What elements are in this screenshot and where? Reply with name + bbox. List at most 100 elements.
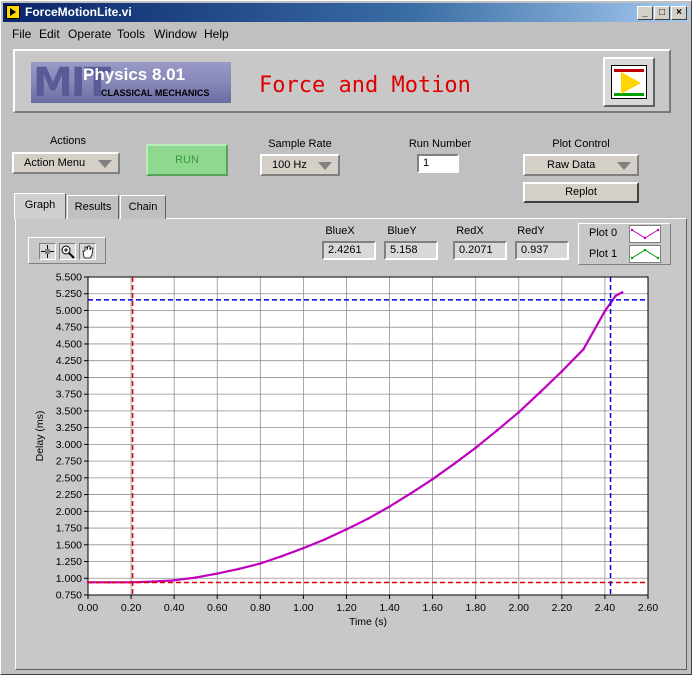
data-point [345, 528, 348, 531]
logo-course: Physics 8.01 [83, 65, 186, 84]
x-tick-label: 0.20 [121, 602, 142, 614]
plot-control-dropdown[interactable]: Raw Data [523, 154, 639, 176]
plot-area [87, 276, 649, 596]
data-point [560, 370, 564, 373]
sample-rate-dropdown[interactable]: 100 Hz [260, 154, 340, 176]
plot-control-value: Raw Data [547, 159, 596, 171]
y-tick-label: 2.750 [56, 456, 82, 468]
labview-app-icon[interactable] [6, 5, 20, 19]
run-number-input[interactable]: 1 [417, 154, 459, 173]
data-point [603, 309, 607, 313]
bluey-value: 5.158 [384, 241, 438, 260]
zoom-icon[interactable] [59, 243, 76, 260]
x-tick-label: 0.40 [164, 602, 185, 614]
chevron-down-icon [318, 162, 332, 170]
plot-control-label: Plot Control [552, 138, 610, 150]
menu-operate[interactable]: Operate [68, 27, 111, 41]
actions-menu-value: Action Menu [24, 157, 86, 169]
redx-value: 0.2071 [453, 241, 507, 260]
tab-results[interactable]: Results [67, 195, 119, 219]
x-tick-label: 0.60 [207, 602, 228, 614]
data-point [280, 554, 284, 558]
bluex-value: 2.4261 [322, 241, 376, 260]
legend-plot1-swatch[interactable] [629, 245, 661, 263]
y-tick-label: 1.500 [56, 539, 82, 551]
menu-bar: File Edit Operate Tools Window Help [3, 24, 689, 44]
data-point [582, 348, 585, 351]
tab-chain[interactable]: Chain [120, 195, 166, 219]
data-point [495, 429, 499, 432]
header-banner: MIT Physics 8.01 CLASSICAL MECHANICS For… [13, 49, 671, 113]
page-title: Force and Motion [259, 73, 471, 98]
replot-button[interactable]: Replot [523, 182, 639, 203]
window-title: ForceMotionLite.vi [25, 5, 132, 19]
minimize-button[interactable]: _ [637, 6, 653, 20]
data-point [259, 562, 262, 565]
x-axis-label: Time (s) [349, 616, 387, 628]
x-tick-label: 0.00 [78, 602, 99, 614]
y-tick-label: 3.250 [56, 422, 82, 434]
y-tick-label: 4.500 [56, 338, 82, 350]
y-tick-label: 5.500 [56, 272, 82, 284]
waveform-graph[interactable]: 0.00 0.20 0.40 0.60 0.80 1.00 1.20 1.40 1.60 1.80… [17, 267, 671, 651]
x-tick-label: 1.20 [336, 602, 357, 614]
sample-rate-label: Sample Rate [268, 138, 332, 150]
bluex-label: BlueX [325, 225, 355, 237]
menu-edit[interactable]: Edit [39, 27, 60, 41]
data-point [409, 491, 413, 495]
y-tick-label: 2.000 [56, 506, 82, 518]
data-point [474, 446, 477, 450]
labview-vi-icon [603, 57, 655, 107]
data-point [452, 462, 456, 466]
data-point [323, 538, 327, 541]
data-point [539, 390, 542, 394]
y-tick-label: 1.250 [56, 556, 82, 568]
crosshair-icon[interactable] [39, 243, 56, 260]
y-tick-label: 4.250 [56, 355, 82, 367]
y-tick-label: 3.750 [56, 389, 82, 401]
x-tick-label: 1.80 [465, 602, 486, 614]
run-button[interactable]: RUN [146, 144, 228, 176]
bluey-label: BlueY [387, 225, 417, 237]
y-tick-label: 2.250 [56, 489, 82, 501]
menu-help[interactable]: Help [204, 27, 229, 41]
title-bar[interactable]: ForceMotionLite.vi _ □ × [3, 3, 689, 22]
x-tick-label: 1.40 [379, 602, 400, 614]
hand-icon[interactable] [79, 243, 96, 260]
data-point [237, 567, 241, 571]
plot-legend[interactable]: Plot 0 Plot 1 [578, 223, 671, 265]
data-point [302, 546, 305, 550]
graph-palette [28, 237, 106, 264]
data-point [194, 576, 197, 579]
menu-file[interactable]: File [12, 27, 31, 41]
data-point [388, 505, 391, 508]
y-tick-label: 1.000 [56, 573, 82, 585]
redx-label: RedX [456, 225, 484, 237]
run-number-label: Run Number [408, 138, 472, 150]
tab-graph[interactable]: Graph [14, 193, 66, 219]
mit-physics-logo: MIT Physics 8.01 CLASSICAL MECHANICS [31, 62, 231, 103]
redy-label: RedY [517, 225, 545, 237]
y-tick-label: 5.000 [56, 305, 82, 317]
legend-plot0-swatch[interactable] [629, 225, 661, 243]
x-tick-label: 1.00 [293, 602, 314, 614]
menu-window[interactable]: Window [154, 27, 197, 41]
y-tick-label: 4.750 [56, 322, 82, 334]
y-tick-label: 0.750 [56, 590, 82, 602]
y-axis-label: Delay (ms) [34, 411, 46, 462]
y-tick-label: 3.000 [56, 439, 82, 451]
close-button[interactable]: × [671, 6, 687, 20]
maximize-button[interactable]: □ [654, 6, 670, 20]
x-tick-label: 2.40 [595, 602, 616, 614]
legend-plot0-label: Plot 0 [589, 227, 618, 239]
actions-label: Actions [49, 135, 87, 147]
data-point [614, 294, 617, 298]
y-tick-label: 1.750 [56, 523, 82, 535]
logo-subtitle: CLASSICAL MECHANICS [101, 88, 210, 98]
x-tick-label: 2.60 [638, 602, 659, 614]
menu-tools[interactable]: Tools [117, 27, 145, 41]
actions-menu-dropdown[interactable]: Action Menu [12, 152, 120, 174]
data-point [431, 477, 434, 481]
app-window: ForceMotionLite.vi _ □ × File Edit Opera… [0, 0, 692, 675]
y-tick-label: 4.000 [56, 372, 82, 384]
